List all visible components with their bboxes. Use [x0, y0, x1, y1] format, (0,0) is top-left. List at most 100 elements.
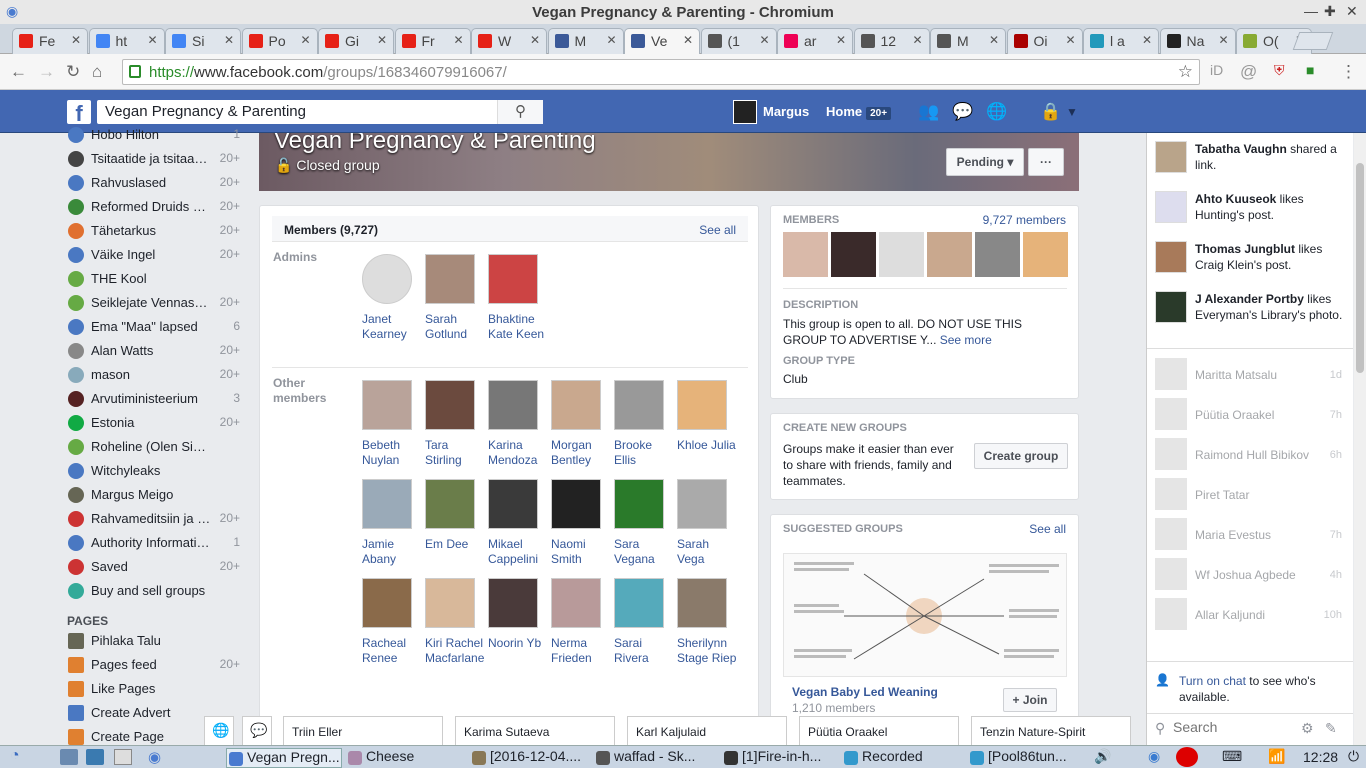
chat-bubble-icon[interactable]: 💬 [242, 716, 272, 746]
see-all-suggested-link[interactable]: See all [1029, 522, 1066, 536]
member-tile[interactable]: Naomi Smith [551, 479, 611, 567]
member-thumbnail[interactable] [975, 232, 1020, 277]
tab-close-icon[interactable]: ✕ [1065, 33, 1075, 47]
chat-tab[interactable]: Karima Sutaeva [455, 716, 615, 746]
privacy-lock-icon[interactable]: 🔒 [1040, 102, 1061, 122]
new-message-icon[interactable]: ✎ [1325, 720, 1337, 737]
member-tile[interactable]: Janet Kearney [362, 254, 422, 342]
member-photo[interactable] [488, 380, 538, 430]
member-thumbnail[interactable] [831, 232, 876, 277]
ticker-name[interactable]: Thomas Jungblut [1195, 242, 1295, 256]
maximize-icon[interactable]: ✚ [1324, 3, 1336, 20]
tab-close-icon[interactable]: ✕ [300, 33, 310, 47]
member-name[interactable]: Bebeth Nuylan [362, 438, 422, 468]
account-menu-icon[interactable]: ▼ [1066, 105, 1078, 119]
messages-icon[interactable]: 💬 [952, 102, 973, 122]
network-signal-icon[interactable]: 📶 [1268, 748, 1285, 765]
tab-9[interactable]: (1 ✕ [700, 28, 777, 54]
member-photo[interactable] [362, 479, 412, 529]
suggested-group-image[interactable] [783, 553, 1067, 677]
member-photo[interactable] [614, 578, 664, 628]
sidebar-item[interactable]: Rahvameditsiin ja te... 20+ [60, 507, 242, 531]
member-tile[interactable]: Noorin Yb [488, 578, 548, 651]
address-bar[interactable]: https://www.facebook.com/groups/16834607… [122, 59, 1200, 85]
facebook-search-input[interactable]: Vegan Pregnancy & Parenting ⚲ [97, 100, 543, 124]
ticker-item[interactable]: J Alexander Portby likes Everyman's Libr… [1155, 291, 1350, 341]
chat-tab[interactable]: Triin Eller [283, 716, 443, 746]
sidebar-item[interactable]: Alan Watts 20+ [60, 339, 242, 363]
search-icon[interactable]: ⚲ [497, 100, 543, 124]
member-name[interactable]: Nerma Frieden [551, 636, 611, 666]
chat-tab[interactable]: Tenzin Nature-Spirit [971, 716, 1131, 746]
member-tile[interactable]: Sherilynn Stage Riep [677, 578, 737, 666]
ticker-item[interactable]: Tabatha Vaughn shared a link. [1155, 141, 1350, 191]
member-name[interactable]: Em Dee [425, 537, 485, 552]
terminal-icon[interactable] [114, 749, 132, 765]
member-photo[interactable] [425, 254, 475, 304]
member-thumbnail[interactable] [1023, 232, 1068, 277]
sidebar-item[interactable]: mason 20+ [60, 363, 242, 387]
member-photo[interactable] [614, 380, 664, 430]
contact-item[interactable]: Maria Evestus 7h [1155, 518, 1350, 558]
clock[interactable]: 12:28 [1303, 749, 1338, 765]
start-menu-icon[interactable]: ◔ [10, 747, 20, 765]
tab-close-icon[interactable]: ✕ [377, 33, 387, 47]
member-name[interactable]: Kiri Rachel Macfarlane [425, 636, 485, 666]
member-tile[interactable]: Sarah Gotlund [425, 254, 485, 342]
member-name[interactable]: Tara Stirling [425, 438, 485, 468]
member-name[interactable]: Janet Kearney [362, 312, 422, 342]
member-name[interactable]: Morgan Bentley [551, 438, 611, 468]
taskbar-window[interactable]: [1]Fire-in-h... [722, 748, 840, 768]
sidebar-item[interactable]: Rahvuslased 20+ [60, 171, 242, 195]
ticker-item[interactable]: Thomas Jungblut likes Craig Klein's post… [1155, 241, 1350, 291]
member-tile[interactable]: Karina Mendoza [488, 380, 548, 468]
member-photo[interactable] [551, 479, 601, 529]
taskbar-window[interactable]: Recorded [842, 748, 960, 768]
member-photo[interactable] [551, 380, 601, 430]
sidebar-item[interactable]: Buy and sell groups [60, 579, 242, 603]
member-name[interactable]: Sarah Vega [677, 537, 737, 567]
tab-15[interactable]: Na ✕ [1159, 28, 1236, 54]
member-photo[interactable] [362, 578, 412, 628]
member-tile[interactable]: Khloe Julia [677, 380, 737, 453]
extension-id-icon[interactable]: iD [1210, 62, 1223, 78]
member-photo[interactable] [488, 254, 538, 304]
member-tile[interactable]: Jamie Abany [362, 479, 422, 567]
profile-link[interactable]: Margus [763, 104, 809, 119]
member-tile[interactable]: Brooke Ellis [614, 380, 674, 468]
forward-icon[interactable]: → [38, 62, 55, 82]
tab-close-icon[interactable]: ✕ [836, 33, 846, 47]
member-name[interactable]: Khloe Julia [677, 438, 737, 453]
sidebar-item[interactable]: Margus Meigo [60, 483, 242, 507]
more-options-button[interactable]: ··· [1028, 148, 1064, 176]
see-all-members-link[interactable]: See all [699, 223, 736, 237]
member-tile[interactable]: Mikael Cappelini [488, 479, 548, 567]
sidebar-item[interactable]: THE Kool [60, 267, 242, 291]
member-photo[interactable] [362, 380, 412, 430]
sidebar-item[interactable]: Tähetarkus 20+ [60, 219, 242, 243]
member-tile[interactable]: Sarah Vega [677, 479, 737, 567]
avatar[interactable] [733, 100, 757, 124]
sidebar-item[interactable]: Estonia 20+ [60, 411, 242, 435]
suggested-group-name[interactable]: Vegan Baby Led Weaning [792, 684, 938, 700]
gear-icon[interactable]: ⚙ [1301, 720, 1314, 737]
member-thumbnail[interactable] [879, 232, 924, 277]
scrollbar-thumb[interactable] [1356, 163, 1364, 373]
member-photo[interactable] [425, 578, 475, 628]
tab-13[interactable]: Oi ✕ [1006, 28, 1083, 54]
bookmark-star-icon[interactable]: ☆ [1178, 62, 1193, 82]
pages-item[interactable]: Like Pages [60, 677, 242, 701]
contact-item[interactable]: Allar Kaljundi 10h [1155, 598, 1350, 638]
tab-close-icon[interactable]: ✕ [989, 33, 999, 47]
tab-close-icon[interactable]: ✕ [606, 33, 616, 47]
contact-item[interactable]: Maritta Matsalu 1d [1155, 358, 1350, 398]
facebook-logo-icon[interactable]: f [67, 100, 91, 124]
member-tile[interactable]: Bhaktine Kate Keen [488, 254, 548, 342]
ticker-item[interactable]: Ahto Kuuseok likes Hunting's post. [1155, 191, 1350, 241]
friend-requests-icon[interactable]: 👥 [918, 102, 939, 122]
member-name[interactable]: Jamie Abany [362, 537, 422, 567]
tab-close-icon[interactable]: ✕ [453, 33, 463, 47]
back-icon[interactable]: ← [10, 62, 27, 82]
member-photo[interactable] [677, 578, 727, 628]
tab-14[interactable]: l a ✕ [1083, 28, 1159, 54]
